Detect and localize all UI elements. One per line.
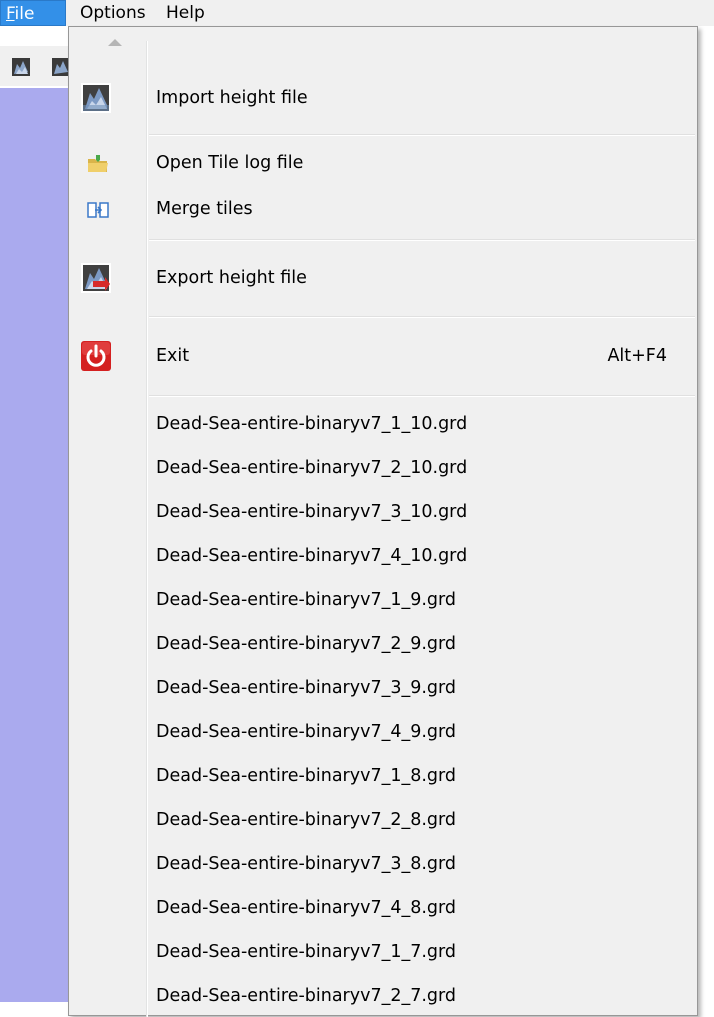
menu-item-recent-file[interactable]: Dead-Sea-entire-binaryv7_3_8.grd [71,845,695,883]
menu-item-recent-file[interactable]: Dead-Sea-entire-binaryv7_1_8.grd [71,757,695,795]
menu-item-exit[interactable]: Exit Alt+F4 [71,337,695,375]
menu-item-label: Exit [156,346,190,366]
recent-file-label: Dead-Sea-entire-binaryv7_2_10.grd [156,458,468,478]
recent-file-label: Dead-Sea-entire-binaryv7_1_7.grd [156,942,457,962]
menu-item-recent-file[interactable]: Dead-Sea-entire-binaryv7_2_7.grd [71,977,695,1015]
menu-item-label: Merge tiles [156,199,253,219]
menu-file-mnemonic: F [6,4,15,24]
recent-file-label: Dead-Sea-entire-binaryv7_4_10.grd [156,546,468,566]
recent-file-label: Dead-Sea-entire-binaryv7_2_7.grd [156,986,457,1006]
menu-item-recent-file[interactable]: Dead-Sea-entire-binaryv7_2_9.grd [71,625,695,663]
scroll-up-arrow-icon[interactable] [108,39,122,46]
menu-item-recent-file[interactable]: Dead-Sea-entire-binaryv7_2_10.grd [71,449,695,487]
menu-item-recent-file[interactable]: Dead-Sea-entire-binaryv7_4_9.grd [71,713,695,751]
menu-item-recent-file[interactable]: Dead-Sea-entire-binaryv7_1_9.grd [71,581,695,619]
recent-file-label: Dead-Sea-entire-binaryv7_2_9.grd [156,634,457,654]
menu-help[interactable]: Help [160,0,211,26]
recent-file-label: Dead-Sea-entire-binaryv7_1_9.grd [156,590,457,610]
menu-item-label: Export height file [156,268,307,288]
menu-item-recent-file[interactable]: Dead-Sea-entire-binaryv7_3_10.grd [71,493,695,531]
open-folder-icon [88,155,108,172]
height-map-icon[interactable] [12,58,30,76]
menu-separator [149,316,695,318]
file-menu-dropdown: Import height file Open Tile log file Me… [68,26,698,1017]
power-icon [81,341,111,371]
toolbar [0,46,70,86]
menu-item-shortcut: Alt+F4 [607,346,667,366]
menu-bar: File Options Help [0,0,714,26]
recent-file-label: Dead-Sea-entire-binaryv7_3_8.grd [156,854,457,874]
menu-item-import-height-file[interactable]: Import height file [71,79,695,117]
menu-file[interactable]: File [0,0,66,26]
menu-item-label: Open Tile log file [156,153,304,173]
menu-file-rest: ile [14,4,35,24]
menu-separator [149,395,695,397]
recent-file-label: Dead-Sea-entire-binaryv7_2_8.grd [156,810,457,830]
menu-item-recent-file[interactable]: Dead-Sea-entire-binaryv7_1_7.grd [71,933,695,971]
menu-options[interactable]: Options [74,0,152,26]
menu-item-label: Import height file [156,88,308,108]
recent-file-label: Dead-Sea-entire-binaryv7_3_9.grd [156,678,457,698]
recent-file-label: Dead-Sea-entire-binaryv7_1_10.grd [156,414,468,434]
menu-item-export-height-file[interactable]: Export height file [71,259,695,297]
import-height-map-icon [81,83,111,113]
recent-file-label: Dead-Sea-entire-binaryv7_4_9.grd [156,722,457,742]
recent-file-label: Dead-Sea-entire-binaryv7_1_8.grd [156,766,457,786]
menu-item-merge-tiles[interactable]: Merge tiles [71,190,695,228]
recent-file-label: Dead-Sea-entire-binaryv7_3_10.grd [156,502,468,522]
menu-separator [149,239,695,241]
menu-item-recent-file[interactable]: Dead-Sea-entire-binaryv7_4_10.grd [71,537,695,575]
merge-tiles-icon [87,202,109,218]
menu-item-recent-file[interactable]: Dead-Sea-entire-binaryv7_1_10.grd [71,405,695,443]
menu-item-recent-file[interactable]: Dead-Sea-entire-binaryv7_4_8.grd [71,889,695,927]
workspace-background [0,88,70,1002]
menu-separator [149,134,695,136]
recent-file-label: Dead-Sea-entire-binaryv7_4_8.grd [156,898,457,918]
menu-item-recent-file[interactable]: Dead-Sea-entire-binaryv7_2_8.grd [71,801,695,839]
export-height-map-icon [81,263,111,293]
menu-item-open-tile-log-file[interactable]: Open Tile log file [71,144,695,182]
menu-item-recent-file[interactable]: Dead-Sea-entire-binaryv7_3_9.grd [71,669,695,707]
